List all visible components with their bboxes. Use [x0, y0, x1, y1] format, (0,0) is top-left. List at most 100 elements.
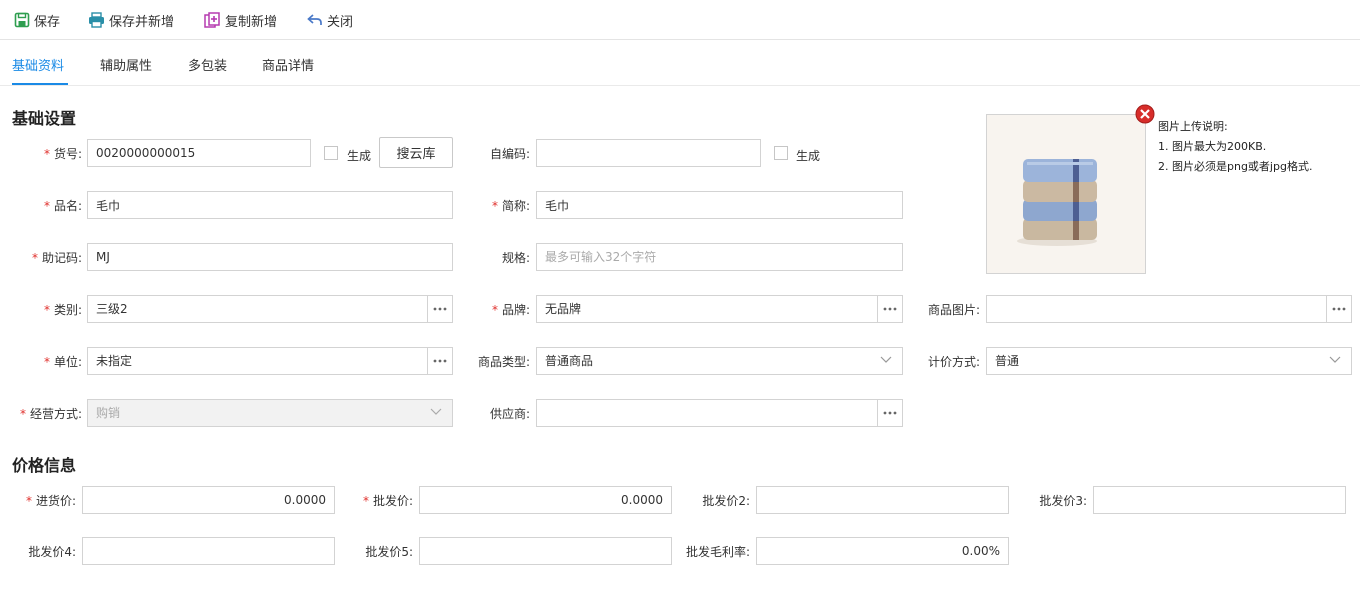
pricing-method-label: 计价方式:: [927, 355, 980, 369]
product-type-label: 商品类型:: [477, 355, 530, 369]
spec-input[interactable]: [536, 243, 903, 271]
unit-label: * 单位:: [43, 355, 82, 369]
barcode-generate-checkbox[interactable]: [774, 146, 788, 160]
unit-value: 未指定: [96, 354, 133, 368]
tab-product-details[interactable]: 商品详情: [262, 55, 314, 74]
required-mark: *: [43, 199, 50, 213]
purchase-price-input[interactable]: [82, 486, 335, 514]
save-and-new-button[interactable]: 保存并新增: [88, 10, 174, 30]
image-note-line-1: 1. 图片最大为200KB.: [1158, 140, 1267, 153]
save-label: 保存: [34, 14, 61, 30]
save-button[interactable]: 保存: [14, 10, 60, 30]
category-value: 三级2: [96, 302, 128, 316]
save-icon: [14, 12, 30, 28]
pricing-method-value: 普通: [995, 354, 1020, 368]
mnemonic-label: * 助记码:: [31, 251, 82, 265]
wholesale-price-field[interactable]: [428, 487, 663, 513]
active-tab-indicator: [12, 83, 68, 85]
product-type-value: 普通商品: [545, 354, 594, 368]
tab-multi-packaging[interactable]: 多包装: [188, 55, 227, 74]
wholesale-price-3-field[interactable]: [1102, 487, 1337, 513]
brand-picker[interactable]: 无品牌: [536, 295, 903, 323]
chevron-down-icon: [880, 356, 892, 363]
short-name-field[interactable]: [545, 192, 894, 218]
product-image-browse-button[interactable]: [1326, 296, 1351, 322]
mnemonic-input[interactable]: [87, 243, 453, 271]
sku-label: * 货号:: [43, 147, 82, 161]
required-mark: *: [43, 303, 50, 317]
required-mark: *: [25, 494, 32, 508]
tab-bar: 基础资料 辅助属性 多包装 商品详情: [0, 40, 1360, 86]
category-picker[interactable]: 三级2: [87, 295, 453, 323]
wholesale-price-4-field[interactable]: [91, 538, 326, 564]
close-circle-icon: [1135, 104, 1155, 124]
wholesale-price-label: * 批发价:: [362, 494, 413, 508]
barcode-generate-label: 生成: [796, 149, 821, 163]
required-mark: *: [43, 147, 50, 161]
wholesale-price-5-field[interactable]: [428, 538, 663, 564]
required-mark: *: [19, 407, 26, 421]
image-note-title: 图片上传说明:: [1158, 120, 1228, 133]
purchase-price-label: * 进货价:: [25, 494, 76, 508]
unit-picker[interactable]: 未指定: [87, 347, 453, 375]
ellipsis-icon: [433, 307, 447, 311]
short-name-input[interactable]: [536, 191, 903, 219]
spec-label: 规格:: [501, 251, 530, 265]
supplier-picker[interactable]: [536, 399, 903, 427]
barcode-label: 自编码:: [489, 147, 530, 161]
tab-aux-attributes[interactable]: 辅助属性: [100, 55, 152, 74]
unit-browse-button[interactable]: [427, 348, 452, 374]
wholesale-price-4-label: 批发价4:: [28, 545, 76, 559]
wholesale-price-4-input[interactable]: [82, 537, 335, 565]
ellipsis-icon: [433, 359, 447, 363]
wholesale-price-input[interactable]: [419, 486, 672, 514]
sku-generate-label: 生成: [347, 149, 372, 163]
brand-browse-button[interactable]: [877, 296, 902, 322]
wholesale-price-2-input[interactable]: [756, 486, 1009, 514]
wholesale-price-2-label: 批发价2:: [702, 494, 750, 508]
wholesale-price-3-label: 批发价3:: [1039, 494, 1087, 508]
operation-mode-value: 购销: [96, 406, 121, 420]
category-browse-button[interactable]: [427, 296, 452, 322]
wholesale-price-5-input[interactable]: [419, 537, 672, 565]
wholesale-margin-input[interactable]: [756, 537, 1009, 565]
search-cloud-library-button[interactable]: 搜云库: [379, 137, 453, 168]
required-mark: *: [31, 251, 38, 265]
sku-field[interactable]: [96, 140, 302, 166]
name-input[interactable]: [87, 191, 453, 219]
product-image-picker[interactable]: [986, 295, 1352, 323]
save-and-new-label: 保存并新增: [109, 14, 175, 30]
wholesale-price-3-input[interactable]: [1093, 486, 1346, 514]
towel-stack-image: [987, 115, 1145, 273]
product-image-preview[interactable]: [986, 114, 1146, 274]
required-mark: *: [43, 355, 50, 369]
copy-new-label: 复制新增: [225, 14, 278, 30]
tab-basic-info[interactable]: 基础资料: [12, 55, 64, 74]
ellipsis-icon: [883, 307, 897, 311]
brand-label: * 品牌:: [491, 303, 530, 317]
mnemonic-field[interactable]: [96, 244, 444, 270]
wholesale-margin-field[interactable]: [765, 538, 1000, 564]
brand-value: 无品牌: [545, 302, 582, 316]
required-mark: *: [491, 199, 498, 213]
barcode-input[interactable]: [536, 139, 761, 167]
supplier-browse-button[interactable]: [877, 400, 902, 426]
copy-new-button[interactable]: 复制新增: [204, 10, 277, 30]
short-name-label: * 简称:: [491, 199, 530, 213]
barcode-field[interactable]: [545, 140, 752, 166]
product-type-select[interactable]: 普通商品: [536, 347, 903, 375]
close-button[interactable]: 关闭: [307, 10, 353, 30]
required-mark: *: [362, 494, 369, 508]
purchase-price-field[interactable]: [91, 487, 326, 513]
ellipsis-icon: [1332, 307, 1346, 311]
category-label: * 类别:: [43, 303, 82, 317]
chevron-down-icon: [1329, 356, 1341, 363]
pricing-method-select[interactable]: 普通: [986, 347, 1352, 375]
remove-image-button[interactable]: [1135, 104, 1155, 124]
wholesale-price-2-field[interactable]: [765, 487, 1000, 513]
sku-input[interactable]: [87, 139, 311, 167]
name-field[interactable]: [96, 192, 444, 218]
spec-field[interactable]: [545, 244, 894, 270]
sku-generate-checkbox[interactable]: [324, 146, 338, 160]
copy-add-icon: [204, 11, 220, 28]
